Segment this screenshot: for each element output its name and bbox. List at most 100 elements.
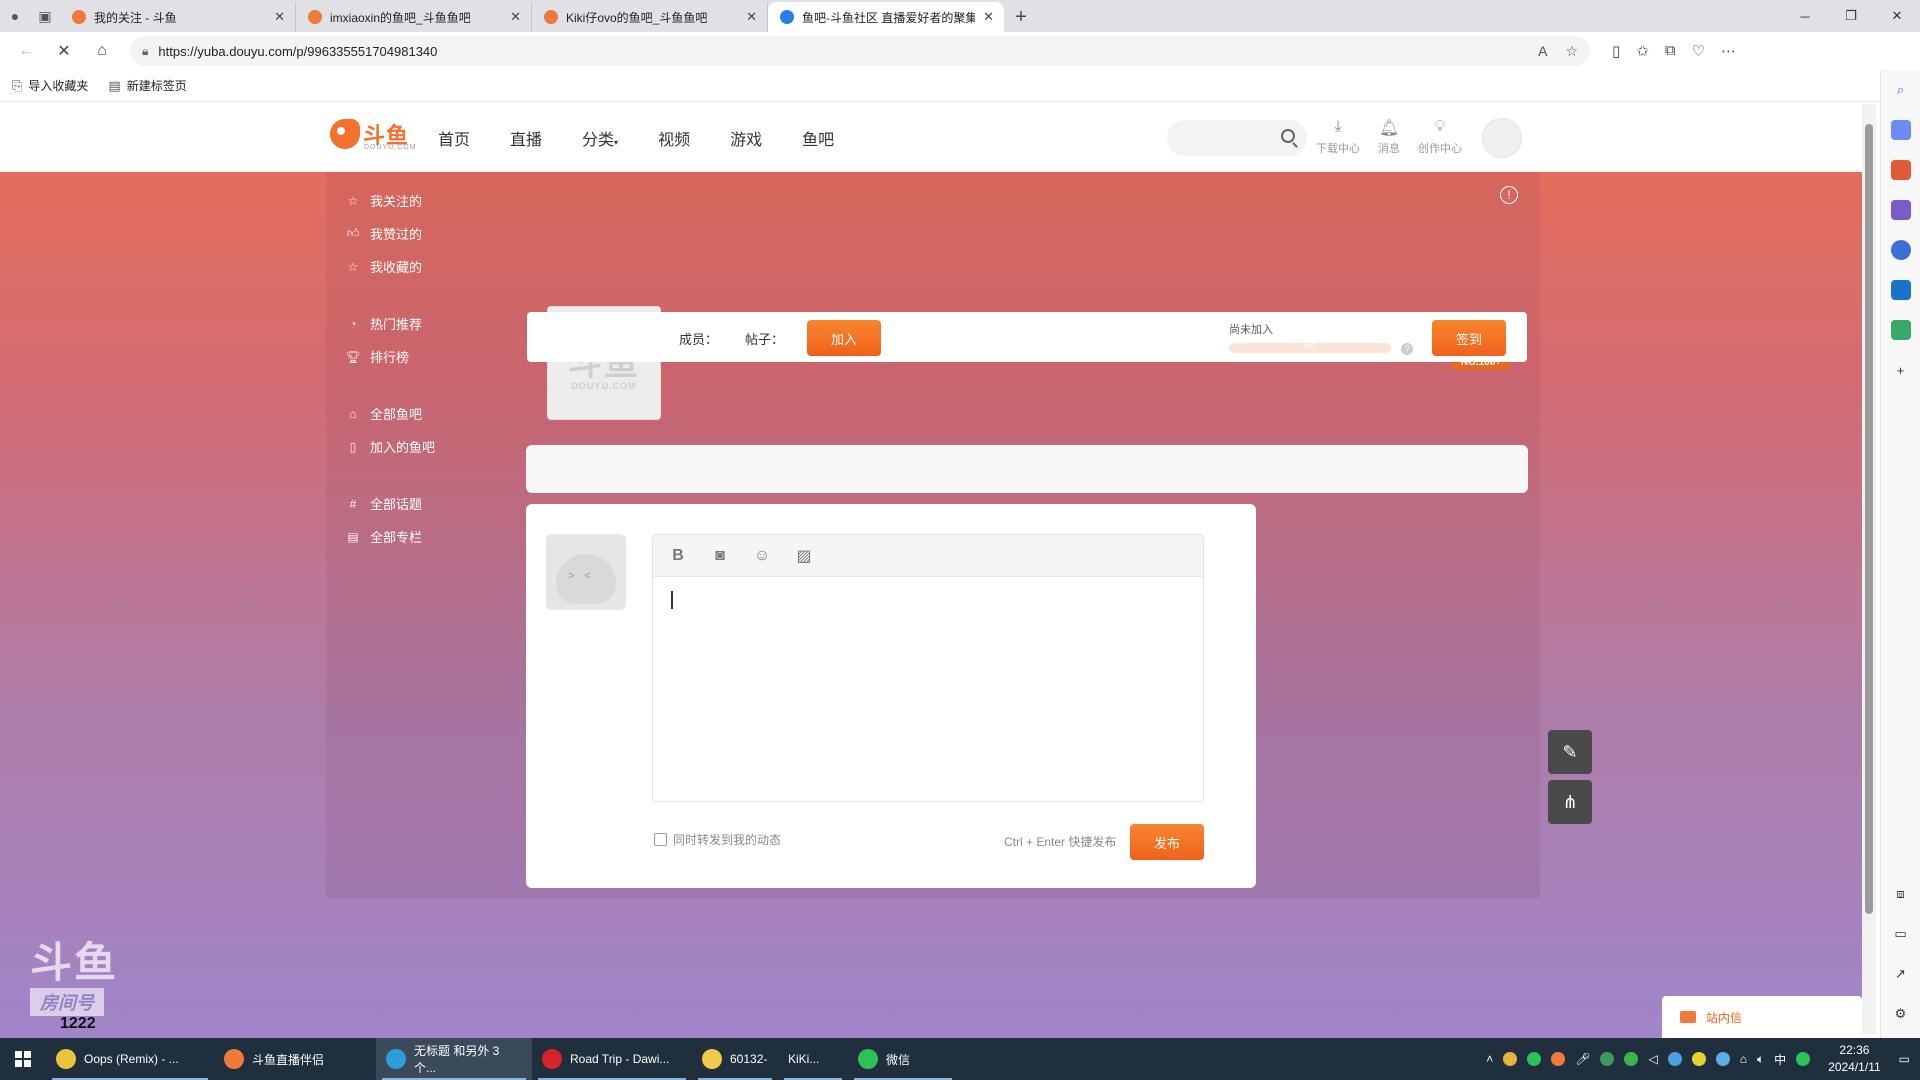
favorite-star-icon[interactable]: ☆ [1565,43,1578,60]
sidebar-item-topics[interactable]: # 全部话题 [346,487,506,520]
send-icon[interactable] [1890,320,1911,340]
collections-icon[interactable]: ⧉ [1665,42,1676,60]
notification-icon[interactable]: ▭ [1899,1052,1910,1066]
repost-checkbox[interactable]: 同时转发到我的动态 [654,831,781,848]
wechat-tray-icon[interactable] [1527,1052,1542,1066]
taskbar-item-active[interactable]: 无标题 和另外 3 个... [376,1038,532,1080]
download-center-button[interactable]: ⤓ 下载中心 [1316,118,1360,156]
bluetooth-icon[interactable] [1667,1052,1682,1066]
screenshot-icon[interactable]: ⧈ [1891,884,1911,904]
join-button[interactable]: 加入 [807,320,881,356]
tray-app-icon[interactable] [1691,1052,1706,1066]
ime-indicator[interactable]: 中 [1774,1051,1786,1068]
microphone-icon[interactable]: 🎤︎ [1575,1052,1590,1066]
split-screen-icon[interactable]: ▯ [1612,42,1620,60]
browser-tab[interactable]: imxiaoxin的鱼吧_斗鱼鱼吧 ✕ [296,2,532,32]
taskbar-item[interactable]: Oops (Remix) - ... [46,1038,214,1080]
profile-icon[interactable]: ● [0,0,30,32]
taskbar-item[interactable]: 微信 [848,1038,958,1080]
checkin-button[interactable]: 签到 [1432,320,1506,356]
sidebar-item-hot[interactable]: ◔ 热门推荐 [346,307,506,340]
edit-float-button[interactable]: ✎ [1548,730,1592,774]
help-icon[interactable]: ? [1401,343,1413,355]
network-icon[interactable]: ⌂ [1740,1052,1747,1066]
close-tab-icon[interactable]: ✕ [274,9,285,25]
sidebar-item-columns[interactable]: ▤ 全部专栏 [346,520,506,553]
scrollbar-thumb[interactable] [1865,124,1873,914]
sidebar-item-favorites[interactable]: ☆ 我收藏的 [346,250,506,283]
page-scrollbar[interactable] [1862,104,1876,1034]
url-field[interactable]: 🔒︎ https://yuba.douyu.com/p/996335551704… [130,36,1590,66]
browser-tab[interactable]: 我的关注 - 斗鱼 ✕ [60,2,296,32]
taskbar-item[interactable]: 斗鱼直播伴侣 [214,1038,376,1080]
taskbar-item[interactable]: KiKi... [778,1038,848,1080]
settings-icon[interactable]: ⚙ [1891,1004,1911,1024]
lock-icon[interactable]: 🔒︎ [142,44,148,59]
steam-icon[interactable] [1715,1052,1730,1066]
home-icon[interactable]: ⌂ [86,36,118,66]
speaker-mute-icon[interactable]: ◁ [1648,1052,1657,1066]
chevron-up-icon[interactable]: ˄ [1486,1052,1493,1066]
sidebar-item-liked[interactable]: 👍︎ 我赞过的 [346,217,506,250]
close-tab-icon[interactable]: ✕ [510,9,521,25]
bookmark-import[interactable]: ⎘ 导入收藏夹 [12,77,88,94]
share-float-button[interactable]: ⋔ [1548,780,1592,824]
shopping-icon[interactable] [1890,120,1911,140]
messages-button[interactable]: 🔔︎ 消息 [1378,118,1400,156]
new-tab-button[interactable]: + [1004,2,1038,32]
sidebar-toggle-icon[interactable]: ▭ [1891,924,1911,944]
close-window-icon[interactable]: ✕ [1874,0,1920,32]
nav-category[interactable]: 分类▾ [582,126,618,150]
favorites-icon[interactable]: ✩ [1636,42,1649,60]
creator-center-button[interactable]: 💡︎ 创作中心 [1418,118,1462,156]
emoji-icon[interactable]: ☺ [751,545,773,567]
sidebar-item-following[interactable]: ☆ 我关注的 [346,184,506,217]
sidebar-item-ranking[interactable]: 🏆︎ 排行榜 [345,340,506,373]
douyu-logo[interactable]: 斗鱼 DOUYU.COM [330,118,416,151]
sidebar-item-joined-groups[interactable]: ▯ 加入的鱼吧 [346,430,506,463]
checkbox-box[interactable] [654,833,667,846]
taskbar-item[interactable]: Road Trip - Dawi... [532,1038,692,1080]
more-menu-icon[interactable]: ⋯ [1721,42,1736,60]
tray-app-icon[interactable] [1624,1052,1639,1066]
tab-actions-icon[interactable]: ▣ [30,0,60,32]
image-icon[interactable]: ▨ [793,545,815,567]
nav-yuba[interactable]: 鱼吧 [802,126,834,150]
close-tab-icon[interactable]: ✕ [983,9,994,25]
tray-app-icon[interactable] [1503,1052,1518,1066]
camera-icon[interactable]: ◙ [709,545,731,567]
nav-live[interactable]: 直播 [510,126,542,150]
site-search-input[interactable] [1167,120,1307,156]
browser-tab-active[interactable]: 鱼吧-斗鱼社区 直播爱好者的聚集 ✕ [768,2,1004,32]
inbox-widget[interactable]: 站内信 [1662,996,1862,1038]
post-editor[interactable]: B ◙ ☺ ▨ [652,534,1204,802]
stop-loading-icon[interactable]: ✕ [48,36,80,66]
taskbar-item[interactable]: 60132- [692,1038,778,1080]
douyu-tray-icon[interactable] [1551,1052,1566,1066]
search-icon[interactable]: ⌕ [1891,80,1911,100]
nav-games[interactable]: 游戏 [730,126,762,150]
nav-video[interactable]: 视频 [658,126,690,150]
games-icon[interactable] [1890,200,1911,220]
bold-icon[interactable]: B [667,545,689,567]
read-aloud-icon[interactable]: A [1538,43,1547,60]
info-icon[interactable]: ! [1500,186,1518,204]
sidebar-item-all-groups[interactable]: ⌂ 全部鱼吧 [346,397,506,430]
add-icon[interactable]: + [1891,360,1911,380]
restore-icon[interactable]: ❐ [1828,0,1874,32]
extensions-icon[interactable]: ♡ [1692,42,1705,60]
tray-app-icon[interactable] [1796,1052,1811,1066]
copilot-icon[interactable] [1890,240,1911,260]
volume-icon[interactable]: 🔈︎ [1757,1052,1764,1067]
external-link-icon[interactable]: ↗ [1891,964,1911,984]
close-tab-icon[interactable]: ✕ [746,9,757,25]
start-button[interactable] [0,1038,46,1080]
minimize-icon[interactable]: ─ [1782,0,1828,32]
nav-home[interactable]: 首页 [438,126,470,150]
search-icon[interactable] [1281,129,1295,143]
bookmark-new-tab[interactable]: ▤ 新建标签页 [108,77,186,94]
tools-icon[interactable] [1890,160,1911,180]
publish-button[interactable]: 发布 [1130,824,1204,860]
back-icon[interactable]: ← [10,36,42,66]
clock[interactable]: 22:36 2024/1/11 [1828,1042,1881,1076]
